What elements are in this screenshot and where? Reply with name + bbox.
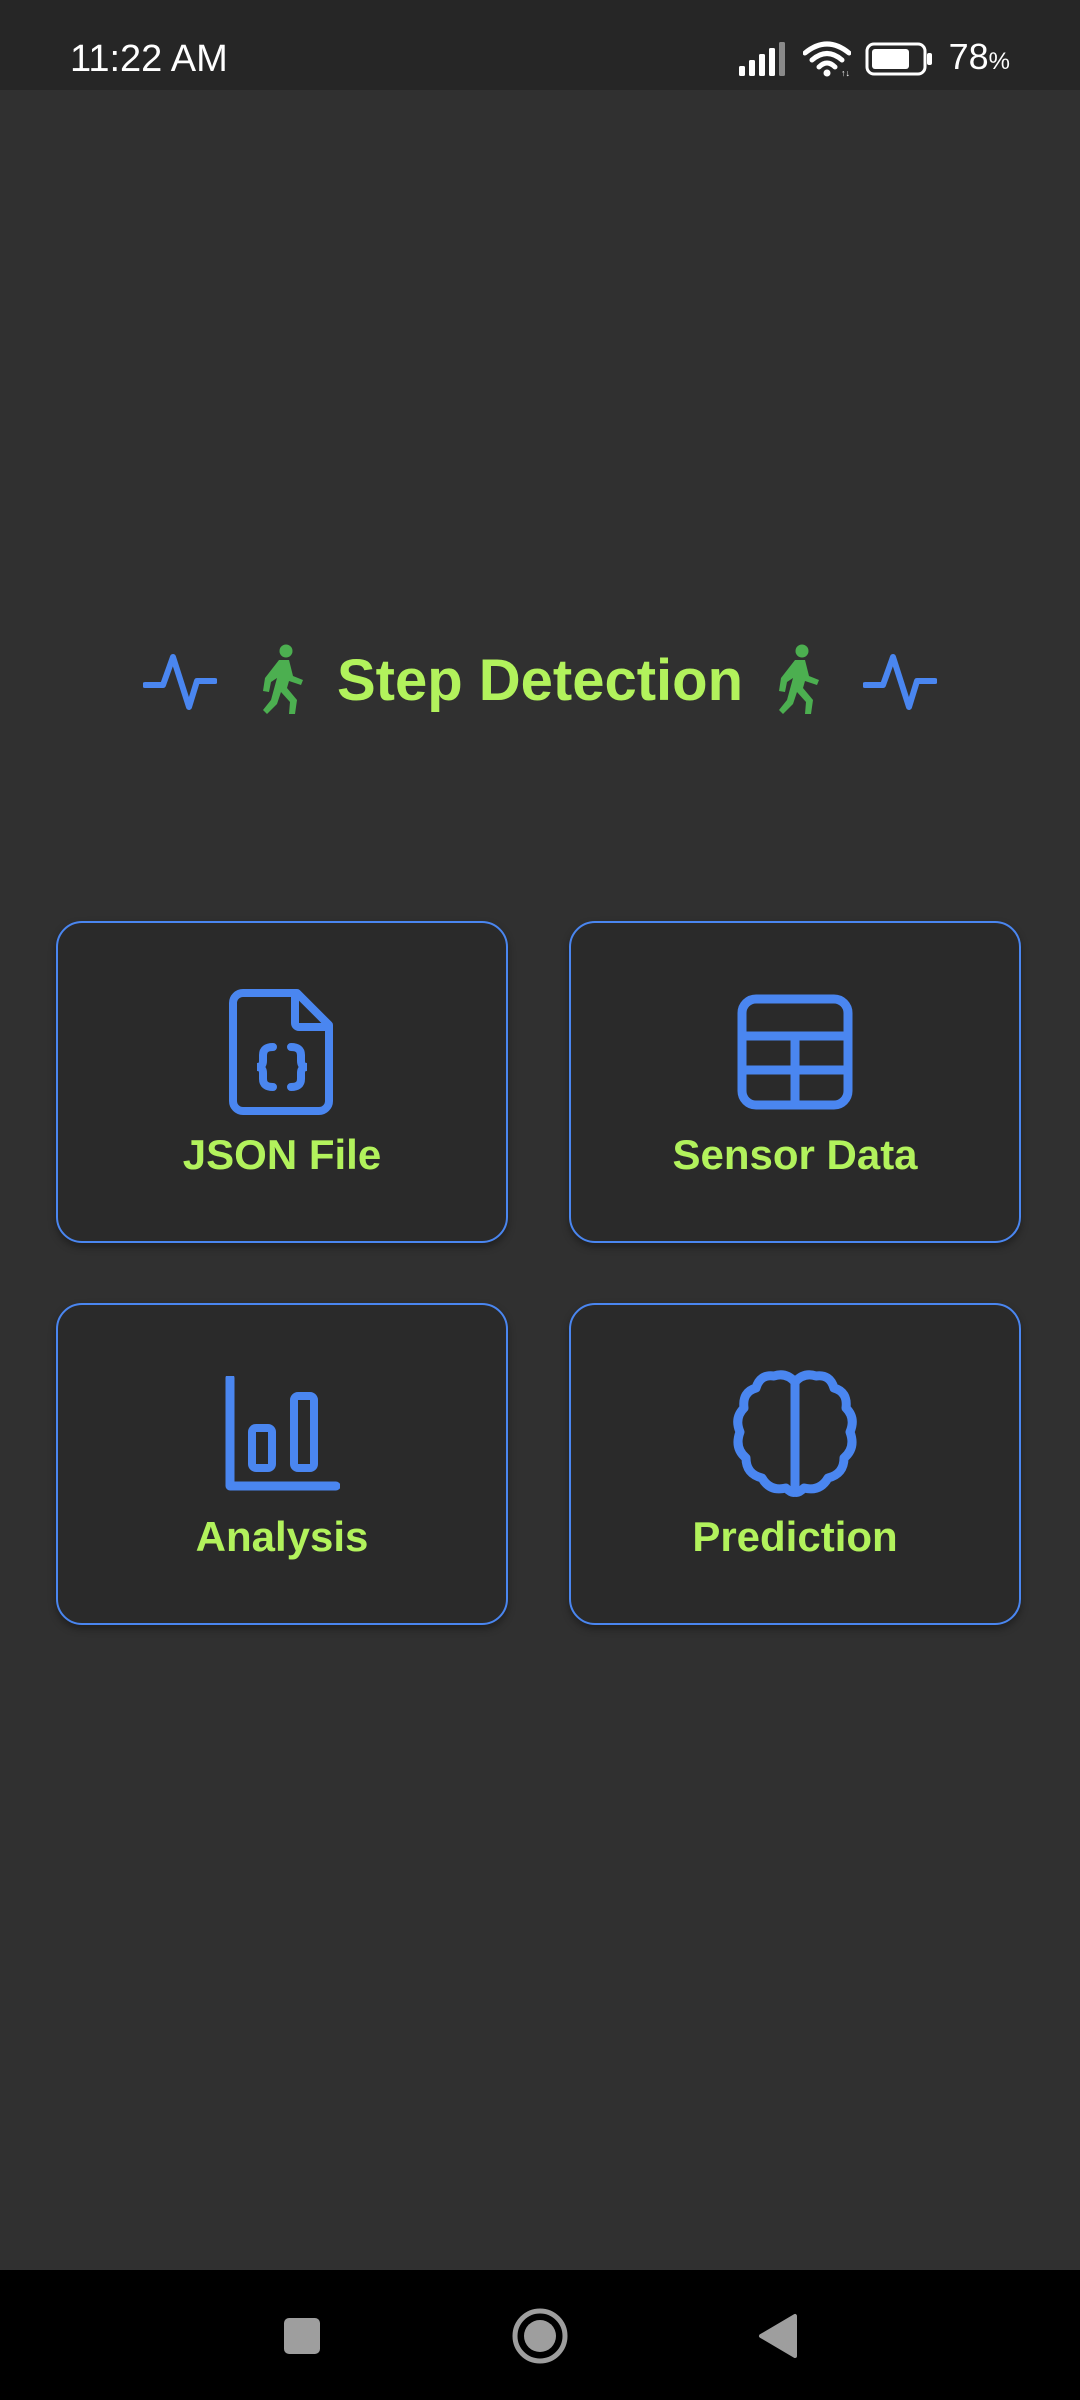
back-button[interactable] <box>738 2298 818 2378</box>
pulse-icon <box>142 645 217 715</box>
page-title: Step Detection <box>336 647 744 713</box>
home-button[interactable] <box>500 2298 580 2378</box>
status-time: 11:22 AM <box>70 38 228 80</box>
home-icon <box>511 2307 569 2370</box>
recents-icon <box>282 2316 322 2361</box>
recents-button[interactable] <box>262 2298 342 2378</box>
wifi-icon: ↑↓ <box>802 41 851 77</box>
json-file-button[interactable]: JSON File <box>56 921 508 1243</box>
analysis-label: Analysis <box>195 1513 369 1560</box>
back-icon <box>757 2312 799 2365</box>
battery-icon <box>865 42 935 76</box>
walking-person-icon <box>259 644 305 716</box>
sensor-data-label: Sensor Data <box>672 1131 918 1178</box>
signal-icon <box>738 42 789 76</box>
pulse-icon <box>863 645 938 715</box>
json-file-label: JSON File <box>182 1131 382 1178</box>
battery-percent: 78% <box>948 35 1010 77</box>
app-screen: 11:22 AM ↑↓ 78% Step Detection JSON File… <box>0 0 1080 2400</box>
status-icons: ↑↓ 78% <box>738 35 1010 82</box>
analysis-button[interactable]: Analysis <box>56 1303 508 1625</box>
brain-icon <box>730 1369 860 1499</box>
json-file-icon <box>229 987 335 1117</box>
status-bar: 11:22 AM ↑↓ 78% <box>0 0 1080 90</box>
table-grid-icon <box>737 987 853 1117</box>
page-header: Step Detection <box>0 630 1080 730</box>
svg-text:↑↓: ↑↓ <box>841 68 850 77</box>
sensor-data-button[interactable]: Sensor Data <box>569 921 1021 1243</box>
prediction-button[interactable]: Prediction <box>569 1303 1021 1625</box>
bar-chart-icon <box>224 1369 340 1499</box>
walking-person-icon <box>775 644 821 716</box>
system-nav-bar <box>0 2270 1080 2400</box>
battery-percent-unit: % <box>988 47 1010 75</box>
prediction-label: Prediction <box>692 1513 898 1560</box>
